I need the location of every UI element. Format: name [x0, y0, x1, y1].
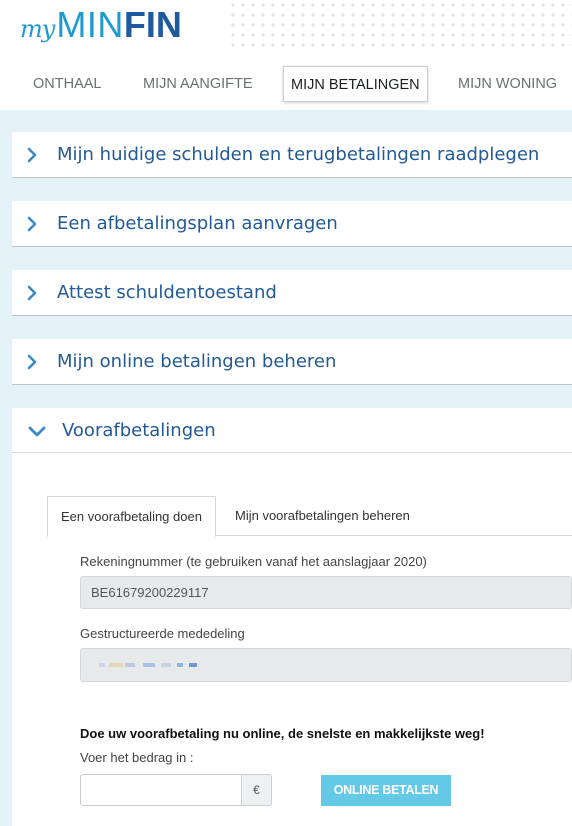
tab-voorafbetalingen-beheren[interactable]: Mijn voorafbetalingen beheren [235, 496, 410, 536]
header: my MIN FIN ONTHAAL MIJN AANGIFTE MIJN BE… [0, 0, 572, 110]
logo-my-text: my [20, 15, 55, 43]
accordion-title: Attest schuldentoestand [57, 282, 277, 303]
logo-fin-text: FIN [123, 4, 182, 45]
chevron-right-icon [26, 270, 38, 315]
account-number-label: Rekeningnummer (te gebruiken vanaf het a… [80, 554, 427, 569]
nav-item-mijn-woning[interactable]: MIJN WONING [458, 66, 557, 102]
accordion-title: Een afbetalingsplan aanvragen [57, 213, 338, 234]
account-number-field[interactable]: BE61679200229117 [80, 576, 572, 609]
accordion-header-voorafbetalingen[interactable]: Voorafbetalingen [12, 408, 572, 453]
chevron-down-icon [28, 408, 46, 453]
redacted-text [177, 663, 183, 667]
accordion-title: Mijn online betalingen beheren [57, 351, 337, 372]
accordion-title: Mijn huidige schulden en terugbetalingen… [57, 144, 540, 165]
amount-label: Voer het bedrag in : [80, 750, 194, 765]
structured-message-field[interactable] [80, 648, 572, 682]
nav-item-onthaal[interactable]: ONTHAAL [33, 66, 102, 102]
redacted-text [125, 663, 135, 667]
tab-bar: Een voorafbetaling doen Mijn voorafbetal… [47, 496, 572, 537]
decorative-dot-pattern [228, 0, 572, 48]
redacted-text [99, 663, 105, 667]
nav-item-mijn-aangifte[interactable]: MIJN AANGIFTE [143, 66, 253, 102]
currency-addon: € [241, 774, 272, 806]
online-payment-promo: Doe uw voorafbetaling nu online, de snel… [80, 726, 485, 741]
accordion-title: Voorafbetalingen [62, 419, 216, 441]
online-pay-button[interactable]: ONLINE BETALEN [321, 775, 451, 806]
chevron-right-icon [26, 132, 38, 177]
logo-min-text: MIN [56, 4, 124, 45]
redacted-text [161, 663, 171, 667]
redacted-text [189, 663, 197, 667]
chevron-right-icon [26, 339, 38, 384]
main-nav: ONTHAAL MIJN AANGIFTE MIJN BETALINGEN MI… [0, 66, 572, 104]
accordion-item-attest[interactable]: Attest schuldentoestand [12, 270, 572, 316]
redacted-text [143, 663, 155, 667]
myminfin-logo[interactable]: my MIN FIN [20, 4, 182, 45]
accordion-item-afbetalingsplan[interactable]: Een afbetalingsplan aanvragen [12, 201, 572, 247]
tab-voorafbetaling-doen[interactable]: Een voorafbetaling doen [47, 496, 216, 537]
accordion-item-online-betalingen[interactable]: Mijn online betalingen beheren [12, 339, 572, 385]
nav-item-mijn-betalingen[interactable]: MIJN BETALINGEN [283, 66, 428, 102]
amount-input[interactable] [80, 774, 242, 806]
redacted-text [109, 663, 123, 667]
main-content: Mijn huidige schulden en terugbetalingen… [0, 110, 572, 826]
chevron-right-icon [26, 201, 38, 246]
accordion-item-schulden[interactable]: Mijn huidige schulden en terugbetalingen… [12, 132, 572, 178]
structured-message-label: Gestructureerde mededeling [80, 626, 245, 641]
accordion-item-voorafbetalingen: Voorafbetalingen Een voorafbetaling doen… [12, 408, 572, 826]
